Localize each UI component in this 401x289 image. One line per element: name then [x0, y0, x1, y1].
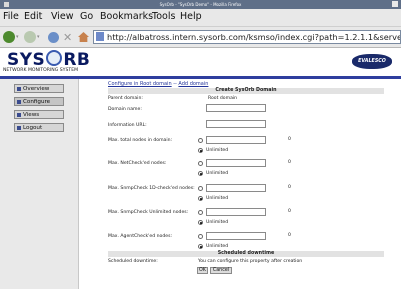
- limit-count: 0: [288, 185, 291, 190]
- configure-icon: [17, 100, 21, 104]
- limit-value-input[interactable]: [206, 136, 266, 144]
- limit-unlimited-label: Unlimited: [206, 244, 229, 249]
- limit-value-radio[interactable]: [198, 186, 203, 191]
- downtime-label: Scheduled downtime:: [108, 259, 158, 264]
- downtime-section-title: Scheduled downtime: [108, 251, 384, 257]
- limit-value-radio[interactable]: [198, 161, 203, 166]
- cancel-button[interactable]: Cancel: [210, 267, 232, 274]
- limit-value-radio[interactable]: [198, 234, 203, 239]
- menu-tools[interactable]: Tools: [152, 11, 175, 22]
- limit-value-input[interactable]: [206, 184, 266, 192]
- sidebar: Overview Configure Views Logout: [0, 79, 79, 289]
- menu-view[interactable]: View: [51, 11, 74, 22]
- ok-button[interactable]: OK: [197, 267, 208, 274]
- sidebar-item-overview[interactable]: Overview: [14, 84, 64, 93]
- limit-label: Max. SnmpCheck Unlimited nodes:: [108, 210, 189, 215]
- limit-count: 0: [288, 137, 291, 142]
- sidebar-item-logout[interactable]: Logout: [14, 123, 64, 132]
- limit-unlimited-label: Unlimited: [206, 171, 229, 176]
- reload-icon: [48, 31, 59, 43]
- sysorb-logo: SYS RB: [7, 50, 91, 70]
- limit-value-input[interactable]: [206, 232, 266, 240]
- home-icon: [78, 32, 89, 42]
- overview-icon: [17, 87, 21, 91]
- forward-arrow-icon: [24, 31, 36, 43]
- limit-count: 0: [288, 209, 291, 214]
- limit-unlimited-label: Unlimited: [206, 196, 229, 201]
- stop-icon: ✕: [63, 30, 73, 44]
- sidebar-item-label: Configure: [23, 99, 51, 105]
- reload-button[interactable]: [48, 30, 59, 44]
- sidebar-item-label: Logout: [23, 125, 43, 131]
- breadcrumb: Configure in Root domain -- Add domain: [108, 81, 208, 87]
- limit-unlimited-label: Unlimited: [206, 148, 229, 153]
- breadcrumb-add-domain-link[interactable]: Add domain: [178, 81, 208, 87]
- limit-value-input[interactable]: [206, 208, 266, 216]
- sidebar-item-configure[interactable]: Configure: [14, 97, 64, 106]
- window-title: SysOrb - "SysOrb Demo" - Mozilla Firefox: [159, 2, 242, 7]
- information-url-label: Information URL:: [108, 123, 147, 128]
- sidebar-item-label: Overview: [23, 86, 50, 92]
- address-bar[interactable]: http://albatross.intern.sysorb.com/ksmso…: [93, 30, 401, 44]
- domain-name-label: Domain name:: [108, 107, 142, 112]
- menu-file[interactable]: File: [3, 11, 19, 22]
- downtime-value: You can configure this property after cr…: [198, 259, 303, 264]
- limit-unlimited-radio[interactable]: [198, 148, 203, 153]
- domain-name-input[interactable]: [206, 104, 266, 112]
- limit-unlimited-radio[interactable]: [198, 244, 203, 249]
- evalesco-logo: EVALESCO: [352, 54, 392, 69]
- limit-label: Max. NetCheck'ed nodes:: [108, 161, 167, 166]
- navigation-toolbar: ▾ ▾ ✕ http://albatross.intern.sysorb.com…: [0, 27, 401, 48]
- limit-value-radio[interactable]: [198, 138, 203, 143]
- stop-button[interactable]: ✕: [63, 30, 72, 44]
- limit-unlimited-radio[interactable]: [198, 171, 203, 176]
- limit-unlimited-radio[interactable]: [198, 220, 203, 225]
- menu-go[interactable]: Go: [80, 11, 93, 22]
- logout-icon: [17, 126, 21, 130]
- limit-label: Max. SnmpCheck 1D-check'ed nodes:: [108, 186, 195, 191]
- main-content: Configure in Root domain -- Add domain C…: [80, 79, 401, 289]
- limit-value-radio[interactable]: [198, 210, 203, 215]
- limit-value-input[interactable]: [206, 159, 266, 167]
- web-page: SYS RB NETWORK MONITORING SYSTEM EVALESCO…: [0, 48, 401, 289]
- limit-unlimited-label: Unlimited: [206, 220, 229, 225]
- limit-unlimited-radio[interactable]: [198, 196, 203, 201]
- information-url-input[interactable]: [206, 120, 266, 128]
- menu-bar: File Edit View Go Bookmarks Tools Help: [0, 9, 401, 27]
- parent-domain-label: Parent domain:: [108, 96, 143, 101]
- home-button[interactable]: [78, 30, 89, 44]
- close-window-button[interactable]: [392, 1, 398, 7]
- page-icon: [96, 32, 104, 41]
- menu-edit[interactable]: Edit: [24, 11, 42, 22]
- limit-label: Max. total nodes in domain:: [108, 138, 173, 143]
- menu-help[interactable]: Help: [180, 11, 202, 22]
- limit-count: 0: [288, 233, 291, 238]
- views-icon: [17, 113, 21, 117]
- window-title-bar: SysOrb - "SysOrb Demo" - Mozilla Firefox: [0, 0, 401, 9]
- limit-label: Max. AgentCheck'ed nodes:: [108, 234, 173, 239]
- logo-subtitle: NETWORK MONITORING SYSTEM: [3, 68, 79, 73]
- url-text: http://albatross.intern.sysorb.com/ksmso…: [107, 32, 401, 42]
- form-section-title: Create SysOrb Domain: [108, 88, 384, 94]
- parent-domain-value: Root domain: [208, 96, 238, 101]
- forward-button[interactable]: ▾: [24, 30, 40, 44]
- back-arrow-icon: [3, 31, 15, 43]
- menu-bookmarks[interactable]: Bookmarks: [100, 11, 153, 22]
- sidebar-item-label: Views: [23, 112, 40, 118]
- limit-count: 0: [288, 160, 291, 165]
- sidebar-item-views[interactable]: Views: [14, 110, 64, 119]
- breadcrumb-configure-link[interactable]: Configure in Root domain: [108, 81, 172, 87]
- back-button[interactable]: ▾: [3, 30, 19, 44]
